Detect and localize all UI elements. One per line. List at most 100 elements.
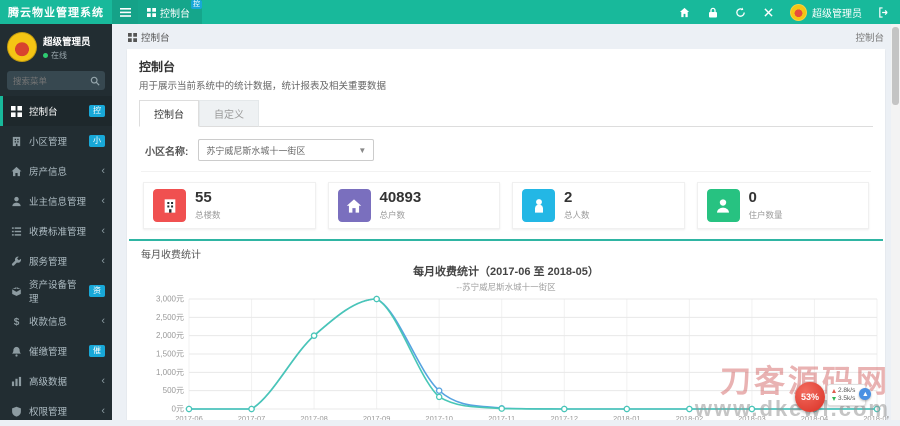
app-title: 腾云物业管理系统: [8, 7, 104, 19]
person-icon: [522, 189, 555, 222]
stat-label: 住户数量: [748, 209, 783, 220]
sidebar-item-8[interactable]: 催缴管理 催: [0, 336, 112, 366]
community-select-value: 苏宁威尼斯水城十一街区: [206, 145, 306, 156]
community-select[interactable]: 苏宁威尼斯水城十一街区 ▼: [198, 139, 375, 161]
sidebar-item-label: 催缴管理: [29, 347, 68, 358]
wrench-icon: [11, 256, 23, 267]
sidebar-item-label: 权限管理: [29, 407, 68, 418]
user-icon: [706, 189, 740, 222]
top-header: 腾云物业管理系统 控制台 控 超级管理员: [0, 0, 900, 24]
sidebar-item-0[interactable]: 控制台 控: [0, 96, 112, 126]
sidebar-item-badge: 催: [89, 345, 105, 357]
upload-speed: 2.8k/s: [838, 387, 856, 394]
stat-card-0: 55 总楼数: [143, 182, 316, 229]
svg-text:2018-02: 2018-02: [676, 414, 704, 420]
svg-text:1,500元: 1,500元: [156, 350, 184, 359]
lock-icon[interactable]: [706, 6, 719, 19]
svg-text:2018-03: 2018-03: [738, 414, 766, 420]
sidebar-item-label: 收费标准管理: [29, 227, 87, 238]
sidebar-item-2[interactable]: 房产信息 ‹: [0, 156, 112, 186]
line-chart[interactable]: 0元 500元 1,000元 1,500元 2,000元 2,500元 3,000元 2017…: [141, 293, 889, 421]
chevron-down-icon: ▼: [358, 145, 367, 155]
header-user-menu[interactable]: 超级管理员: [790, 3, 862, 21]
chevron-left-icon: ‹: [101, 404, 105, 417]
refresh-icon[interactable]: [734, 6, 747, 19]
svg-text:2,500元: 2,500元: [156, 313, 184, 322]
sidebar-item-10[interactable]: 权限管理 ‹: [0, 396, 112, 426]
header-tab-console[interactable]: 控制台 控: [138, 0, 202, 24]
sidebar-item-badge: 资: [89, 285, 105, 297]
svg-text:2018-04: 2018-04: [801, 414, 829, 420]
list-icon: [11, 226, 23, 237]
svg-text:2017-08: 2017-08: [300, 414, 328, 420]
sidebar-item-1[interactable]: 小区管理 小: [0, 126, 112, 156]
logout-icon[interactable]: [877, 6, 890, 19]
page-scrollbar[interactable]: [891, 24, 900, 420]
tab-0[interactable]: 控制台: [139, 100, 199, 127]
user-avatar: [790, 3, 807, 21]
sidebar-toggle-button[interactable]: [112, 0, 138, 24]
sidebar: 超级管理员 在线 控制台控小区管理小房产信息‹业主信息管理‹收费标准管理‹服务管…: [0, 24, 112, 420]
sidebar-search: [7, 71, 105, 90]
header-tab-badge: 控: [191, 0, 202, 9]
speed-ball[interactable]: 53%: [795, 382, 825, 412]
header-user-name: 超级管理员: [812, 8, 862, 20]
sidebar-item-label: 资产设备管理: [29, 280, 77, 305]
stat-value: 55: [195, 189, 212, 207]
hamburger-icon: [119, 7, 131, 17]
download-speed: 3.5k/s: [838, 395, 856, 402]
page-description: 用于展示当前系统中的统计数据，统计报表及相关重要数据: [139, 81, 387, 92]
sidebar-item-5[interactable]: 服务管理 ‹: [0, 246, 112, 276]
svg-text:0元: 0元: [172, 405, 184, 414]
sidebar-item-6[interactable]: 资产设备管理资: [0, 276, 112, 306]
header-actions: 超级管理员: [678, 3, 900, 21]
sidebar-item-3[interactable]: 业主信息管理 ‹: [0, 186, 112, 216]
speed-widget: 53% 2.8k/s 3.5k/s ▲: [795, 382, 872, 412]
sidebar-item-label: 房产信息: [29, 167, 68, 178]
stat-label: 总人数: [564, 209, 590, 220]
chevron-left-icon: ‹: [101, 194, 105, 207]
building-icon: [11, 136, 23, 147]
stat-value: 0: [748, 189, 757, 207]
chart-subtitle: --苏宁威尼斯水城十一街区: [456, 282, 556, 292]
chevron-left-icon: ‹: [101, 314, 105, 327]
stats-row: 55 总楼数 40893 总户数 2 总人数 0 住户数量: [141, 171, 871, 239]
svg-text:1,000元: 1,000元: [156, 368, 184, 377]
tab-1[interactable]: 自定义: [199, 100, 259, 127]
svg-text:500元: 500元: [163, 386, 184, 395]
svg-text:2017-12: 2017-12: [551, 414, 579, 420]
sidebar-item-4[interactable]: 收费标准管理 ‹: [0, 216, 112, 246]
sidebar-user-panel: 超级管理员 在线: [0, 24, 112, 68]
page-title: 控制台: [139, 60, 176, 74]
home-icon: [337, 189, 371, 222]
chevron-left-icon: ‹: [101, 374, 105, 387]
sidebar-item-label: 收款信息: [29, 317, 68, 328]
community-name-label: 小区名称:: [145, 146, 189, 158]
dashboard-icon: [11, 105, 23, 117]
tab-content: 小区名称: 苏宁威尼斯水城十一街区 ▼ 55 总楼数 40893 总户数 2 总人数 0 住户…: [129, 127, 889, 420]
community-filter-row: 小区名称: 苏宁威尼斯水城十一街区 ▼: [141, 137, 871, 171]
sidebar-item-label: 高级数据: [29, 377, 68, 388]
svg-text:2018-01: 2018-01: [613, 414, 641, 420]
monthly-fee-section: 每月收费统计 每月收费统计（2017-06 至 2018-05） --苏宁威尼斯…: [129, 239, 889, 421]
panel-tabs: 控制台 自定义: [139, 100, 873, 127]
speed-tooltip: 2.8k/s 3.5k/s ▲: [827, 384, 872, 406]
section-label: 每月收费统计: [141, 250, 201, 261]
search-input[interactable]: [7, 75, 85, 86]
building-icon: [153, 189, 186, 222]
sidebar-item-label: 业主信息管理: [29, 197, 87, 208]
home-icon[interactable]: [678, 6, 691, 19]
sidebar-user-avatar: [7, 32, 37, 62]
header-tab-label: 控制台: [160, 8, 190, 20]
sidebar-item-label: 小区管理: [29, 137, 68, 148]
svg-text:2017-06: 2017-06: [175, 414, 203, 420]
sidebar-item-9[interactable]: 高级数据 ‹: [0, 366, 112, 396]
bell-icon: [11, 346, 23, 357]
stat-label: 总户数: [379, 209, 406, 220]
scrollbar-thumb[interactable]: [892, 27, 899, 105]
fullscreen-close-icon[interactable]: [762, 6, 775, 19]
stat-value: 2: [564, 189, 573, 207]
sidebar-user-name: 超级管理员: [43, 36, 91, 48]
search-button[interactable]: [85, 71, 105, 90]
sidebar-item-7[interactable]: $ 收款信息 ‹: [0, 306, 112, 336]
